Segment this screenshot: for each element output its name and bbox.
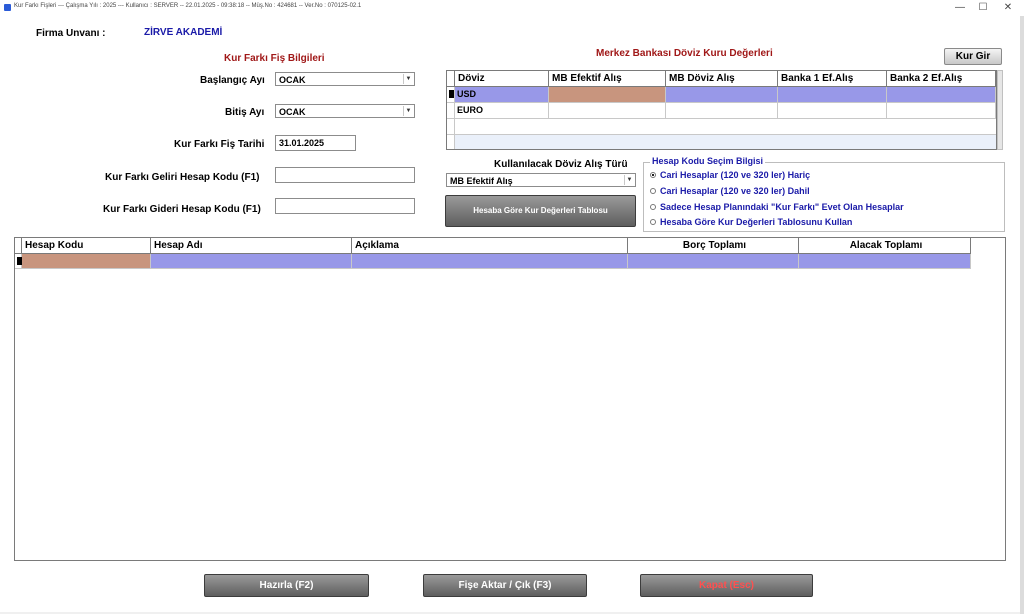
table-cell[interactable] [778,87,887,103]
window-title: Kur Farkı Fişleri --- Çalışma Yılı : 202… [14,3,362,9]
chevron-down-icon[interactable]: ▼ [403,106,413,116]
col-doviz[interactable]: Döviz [455,71,549,87]
title-bar: Kur Farkı Fişleri --- Çalışma Yılı : 202… [0,0,1024,17]
fis-section-title: Kur Farkı Fiş Bilgileri [224,53,325,64]
close-button[interactable]: ✕ [998,1,1018,15]
hesap-kodu-group: Hesap Kodu Seçim Bilgisi Cari Hesaplar (… [643,156,1005,232]
radio-checked-icon[interactable] [650,171,656,178]
table-cell[interactable] [666,103,778,119]
baslangic-select[interactable]: OCAK ▼ [275,72,415,86]
radio-unchecked-icon[interactable] [650,187,656,194]
tarih-label: Kur Farkı Fiş Tarihi [174,139,265,150]
table-cell[interactable] [628,254,799,269]
app-icon [4,4,11,11]
tarih-input[interactable]: 31.01.2025 [275,135,356,151]
table-cell[interactable] [799,254,971,269]
fise-aktar-button[interactable]: Fişe Aktar / Çık (F3) [423,574,587,597]
baslangic-label: Başlangıç Ayı [200,75,265,86]
table-cell[interactable] [549,103,666,119]
table-cell[interactable] [352,254,628,269]
window-scrollbar[interactable] [1020,16,1024,614]
table-cell[interactable]: EURO [455,103,549,119]
gideri-label: Kur Farkı Gideri Hesap Kodu (F1) [103,204,261,215]
doviz-section-title: Merkez Bankası Döviz Kuru Değerleri [596,48,773,59]
firma-value: ZİRVE AKADEMİ [144,27,223,38]
col-borc-toplami[interactable]: Borç Toplamı [628,238,799,254]
row-indicator[interactable] [447,135,455,149]
table-cell[interactable] [22,254,151,269]
radio-cari-haric[interactable]: Cari Hesaplar (120 ve 320 ler) Hariç [650,170,810,180]
main-grid: Hesap Kodu Hesap Adı Açıklama Borç Topla… [14,237,1006,561]
row-indicator[interactable] [447,103,455,119]
grid-corner [447,71,455,87]
col-banka2[interactable]: Banka 2 Ef.Alış [887,71,996,87]
hesap-kodu-title: Hesap Kodu Seçim Bilgisi [650,156,766,166]
table-cell[interactable] [549,87,666,103]
alis-turu-select[interactable]: MB Efektif Alış ▼ [446,173,636,187]
col-aciklama[interactable]: Açıklama [352,238,628,254]
firma-label: Firma Unvanı : [36,28,106,39]
maximize-button[interactable]: ☐ [973,1,993,15]
col-hesap-adi[interactable]: Hesap Adı [151,238,352,254]
minimize-button[interactable]: — [950,1,970,15]
radio-label: Cari Hesaplar (120 ve 320 ler) Hariç [660,170,811,180]
empty-row [455,119,996,135]
radio-label: Hesaba Göre Kur Değerleri Tablosunu Kull… [660,217,853,227]
radio-unchecked-icon[interactable] [650,203,656,210]
doviz-grid-scrollbar[interactable] [997,70,1003,150]
col-mb-doviz-alis[interactable]: MB Döviz Alış [666,71,778,87]
radio-cari-dahil[interactable]: Cari Hesaplar (120 ve 320 ler) Dahil [650,186,810,196]
kur-degerleri-tablosu-button[interactable]: Hesaba Göre Kur Değerleri Tablosu [445,195,636,227]
alis-turu-value: MB Efektif Alış [450,176,513,186]
radio-tablo-kullan[interactable]: Hesaba Göre Kur Değerleri Tablosunu Kull… [650,217,852,227]
radio-unchecked-icon[interactable] [650,218,656,225]
geliri-input[interactable] [275,167,415,183]
kur-gir-button[interactable]: Kur Gir [944,48,1002,65]
table-cell[interactable] [887,103,996,119]
radio-label: Cari Hesaplar (120 ve 320 ler) Dahil [660,186,810,196]
row-indicator[interactable] [447,119,455,135]
table-cell[interactable] [778,103,887,119]
table-cell[interactable] [666,87,778,103]
bitis-value: OCAK [279,107,306,117]
alis-turu-label: Kullanılacak Döviz Alış Türü [494,159,628,170]
baslangic-value: OCAK [279,75,306,85]
table-cell[interactable] [887,87,996,103]
col-mb-efektif-alis[interactable]: MB Efektif Alış [549,71,666,87]
bitis-label: Bitiş Ayı [225,107,265,118]
row-indicator[interactable] [15,254,22,269]
kapat-button[interactable]: Kapat (Esc) [640,574,813,597]
geliri-label: Kur Farkı Geliri Hesap Kodu (F1) [105,172,260,183]
table-cell[interactable] [151,254,352,269]
gideri-input[interactable] [275,198,415,214]
bitis-select[interactable]: OCAK ▼ [275,104,415,118]
chevron-down-icon[interactable]: ▼ [403,74,413,84]
table-cell[interactable]: USD [455,87,549,103]
radio-kur-farki-evet[interactable]: Sadece Hesap Planındaki "Kur Farkı" Evet… [650,202,904,212]
doviz-grid: Döviz MB Efektif Alış MB Döviz Alış Bank… [446,70,997,150]
empty-row [455,135,996,149]
hazirla-button[interactable]: Hazırla (F2) [204,574,369,597]
col-hesap-kodu[interactable]: Hesap Kodu [22,238,151,254]
row-indicator[interactable] [447,87,455,103]
col-banka1[interactable]: Banka 1 Ef.Alış [778,71,887,87]
radio-label: Sadece Hesap Planındaki "Kur Farkı" Evet… [660,202,904,212]
grid-corner [15,238,22,254]
chevron-down-icon[interactable]: ▼ [624,175,634,185]
col-alacak-toplami[interactable]: Alacak Toplamı [799,238,971,254]
